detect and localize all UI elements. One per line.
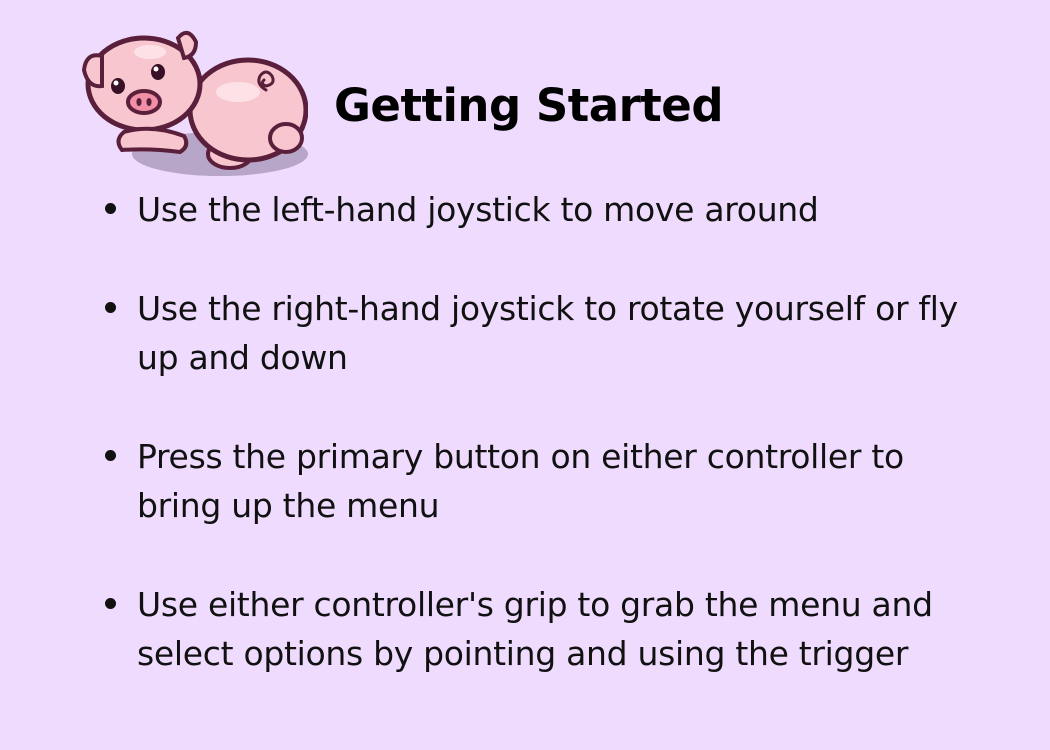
tips-list: Use the left-hand joystick to move aroun… [102, 185, 982, 728]
list-item: Press the primary button on either contr… [102, 432, 982, 530]
tip-text: Press the primary button on either contr… [137, 437, 904, 525]
getting-started-card: Getting Started Use the left-hand joysti… [0, 0, 1050, 750]
tip-text: Use the left-hand joystick to move aroun… [137, 190, 819, 229]
page-title: Getting Started [334, 79, 724, 132]
bullet-icon [105, 203, 116, 214]
pig-icon [80, 26, 309, 186]
bullet-icon [105, 598, 116, 609]
bullet-icon [105, 302, 116, 313]
tip-text: Use either controller's grip to grab the… [137, 585, 933, 673]
bullet-icon [105, 450, 116, 461]
list-item: Use either controller's grip to grab the… [102, 580, 982, 678]
list-item: Use the right-hand joystick to rotate yo… [102, 284, 982, 382]
tip-text: Use the right-hand joystick to rotate yo… [137, 289, 958, 377]
list-item: Use the left-hand joystick to move aroun… [102, 185, 982, 234]
